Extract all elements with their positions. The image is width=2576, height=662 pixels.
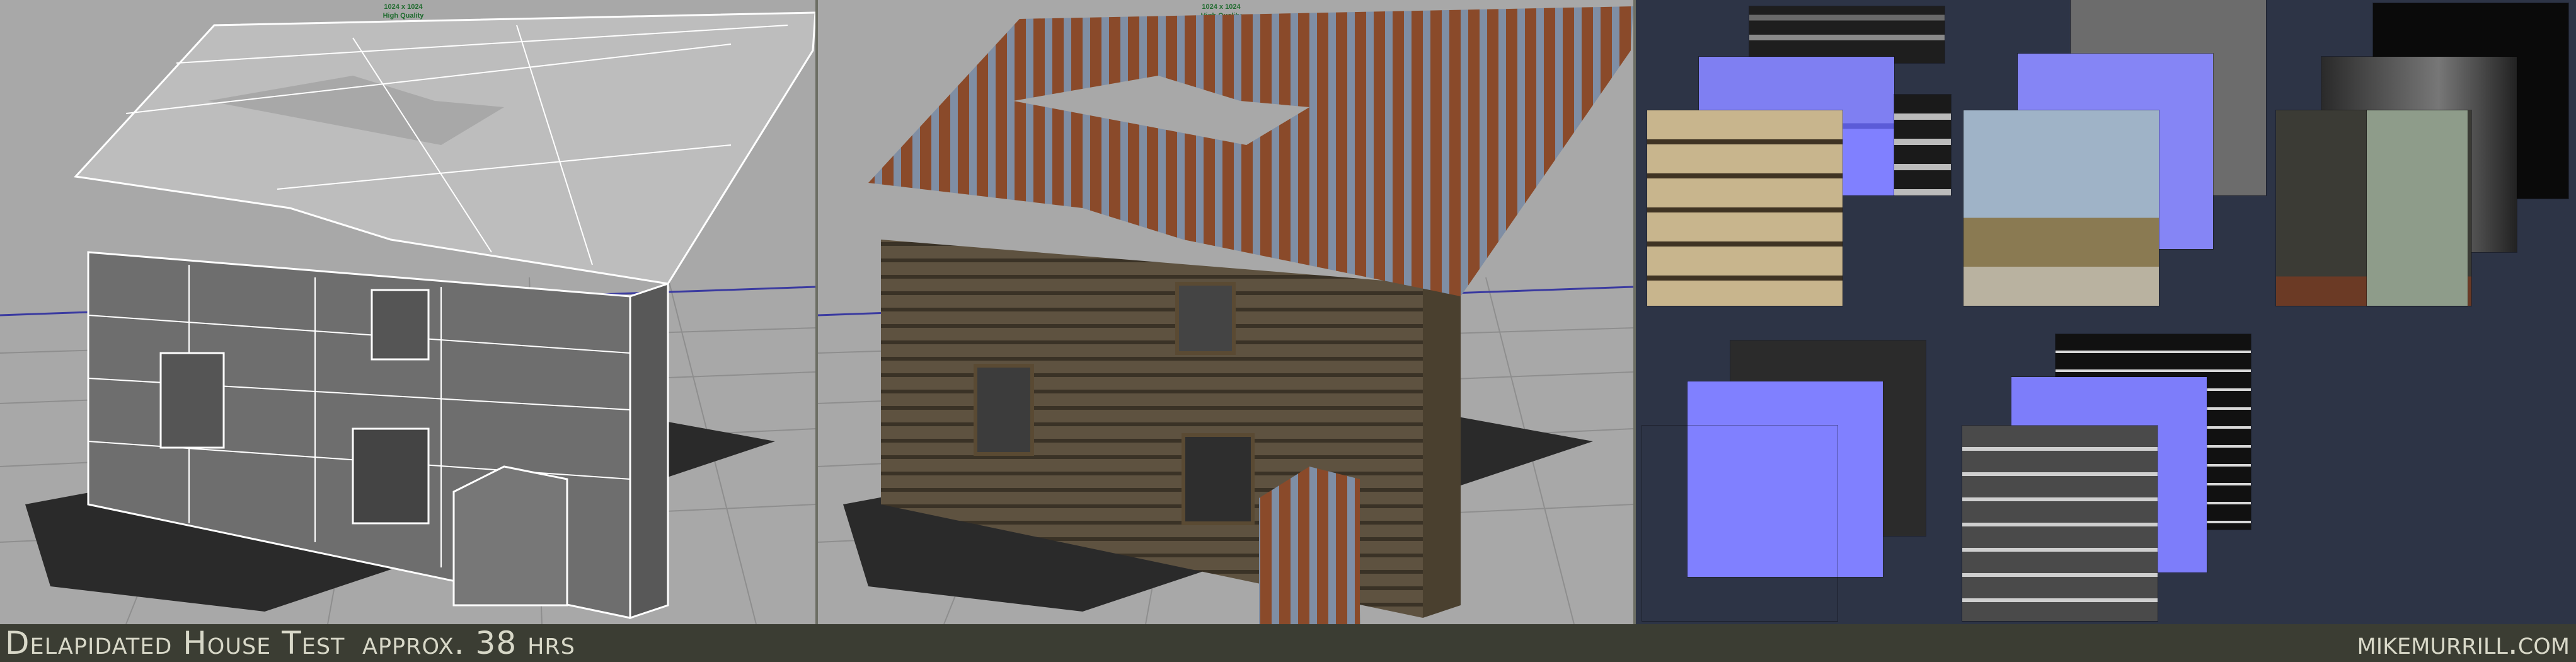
footer-bar: Delapidated House Test approx. 38 hrs mi… bbox=[0, 624, 2576, 662]
project-title: Delapidated House Test bbox=[5, 625, 345, 661]
window-glass-map bbox=[2367, 110, 2468, 306]
textured-viewport[interactable]: 1024 x 1024 High Quality bbox=[818, 0, 1633, 624]
textured-model bbox=[818, 6, 1633, 624]
planks-diffuse-map bbox=[1962, 426, 2158, 621]
wireframe-viewport[interactable]: 1024 x 1024 High Quality bbox=[0, 0, 815, 624]
texture-sheet-panel bbox=[1636, 0, 2576, 624]
stone-diffuse-map bbox=[1964, 110, 2159, 306]
project-duration: approx. 38 hrs bbox=[362, 625, 575, 661]
tin-diffuse-map bbox=[1642, 426, 1837, 621]
wood-gloss-map bbox=[1894, 95, 1951, 195]
wood-specular-map bbox=[1749, 6, 1945, 63]
wireframe-model bbox=[0, 11, 815, 624]
website-signature: mikemurrill.com bbox=[2357, 625, 2570, 661]
wood-diffuse-map bbox=[1647, 110, 1843, 306]
